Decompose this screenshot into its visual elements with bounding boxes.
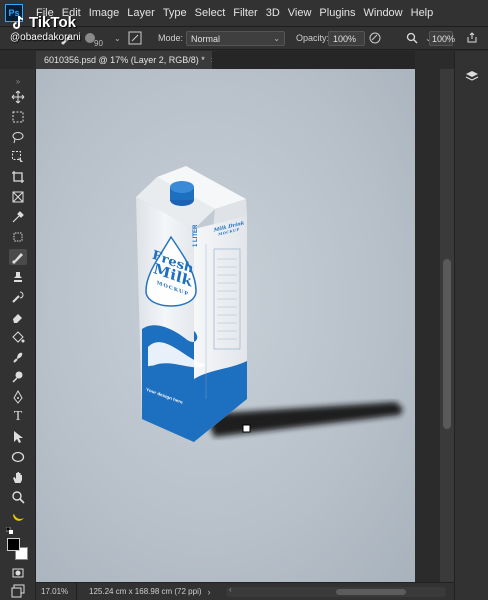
hand-tool-icon[interactable]: [9, 469, 27, 485]
canvas-pasteboard: [415, 69, 440, 582]
chevron-left-icon[interactable]: ‹: [229, 585, 232, 594]
milk-carton-artwork: [136, 166, 403, 442]
tiktok-brand: TikTok: [29, 14, 76, 31]
pressure-opacity-icon[interactable]: [368, 27, 382, 49]
opacity-field[interactable]: 100%: [328, 31, 365, 46]
flow-field[interactable]: 100%: [429, 31, 456, 46]
right-panel-dock: [454, 51, 488, 600]
document-tab-bar: 6010356.psd @ 17% (Layer 2, RGB/8) * ×: [36, 51, 415, 69]
layers-panel-icon[interactable]: [465, 69, 479, 88]
swap-colors-icon[interactable]: [6, 527, 14, 535]
share-icon[interactable]: [466, 27, 478, 49]
menu-plugins[interactable]: Plugins: [315, 7, 359, 19]
menu-type[interactable]: Type: [159, 7, 191, 19]
chevron-down-icon[interactable]: ⌄: [110, 27, 121, 49]
dodge-tool-icon[interactable]: [9, 369, 27, 385]
tiktok-handle: @obaedakorani: [10, 32, 81, 43]
document-canvas[interactable]: Fresh Milk MOCKUP 1 LITER Milk Drink MOC…: [36, 69, 415, 582]
marquee-tool-icon[interactable]: [9, 109, 27, 125]
move-tool-icon[interactable]: [9, 89, 27, 105]
status-bar: 17.01% 125.24 cm x 168.98 cm (72 ppi) › …: [36, 582, 454, 600]
flow-value: 100%: [432, 33, 456, 44]
menu-layer[interactable]: Layer: [123, 7, 159, 19]
horizontal-scrollbar[interactable]: ‹: [226, 585, 446, 597]
eyedropper-tool-icon[interactable]: [9, 209, 27, 225]
menu-image[interactable]: Image: [85, 7, 124, 19]
clone-stamp-tool-icon[interactable]: [9, 269, 27, 285]
opacity-value: 100%: [333, 33, 357, 44]
menu-window[interactable]: Window: [360, 7, 407, 19]
path-selection-tool-icon[interactable]: [9, 429, 27, 445]
quick-mask-icon[interactable]: [9, 565, 27, 581]
document-size-info: 125.24 cm x 168.98 cm (72 ppi): [76, 582, 202, 600]
close-icon[interactable]: ×: [211, 55, 212, 65]
horizontal-scrollbar-thumb[interactable]: [336, 589, 406, 595]
vertical-scrollbar[interactable]: [440, 69, 454, 582]
photoshop-window: Ps File Edit Image Layer Type Select Fil…: [0, 0, 488, 600]
brush-settings-icon[interactable]: [128, 27, 142, 49]
ellipse-tool-icon[interactable]: [9, 449, 27, 465]
brush-tool-icon[interactable]: [9, 249, 27, 265]
history-brush-tool-icon[interactable]: [9, 289, 27, 305]
zoom-tool-icon[interactable]: [9, 489, 27, 505]
zoom-level[interactable]: 17.01%: [36, 587, 76, 596]
menu-filter[interactable]: Filter: [229, 7, 261, 19]
blend-mode-value: Normal: [191, 33, 221, 44]
document-tab[interactable]: 6010356.psd @ 17% (Layer 2, RGB/8) * ×: [36, 51, 212, 69]
tiktok-watermark: TikTok @obaedakorani: [10, 14, 81, 43]
smudge-tool-icon[interactable]: [9, 349, 27, 365]
chevron-down-icon: ⌄: [273, 34, 280, 43]
object-selection-tool-icon[interactable]: [9, 149, 27, 165]
opacity-label: Opacity:: [296, 33, 330, 43]
tiktok-icon: [10, 15, 26, 31]
paint-bucket-tool-icon[interactable]: [9, 329, 27, 345]
healing-brush-tool-icon[interactable]: [9, 229, 27, 245]
banana-icon[interactable]: [9, 509, 27, 525]
screen-mode-icon[interactable]: [9, 583, 27, 599]
mode-label: Mode:: [158, 33, 184, 43]
blend-mode-select[interactable]: Normal ⌄: [186, 31, 285, 46]
search-icon[interactable]: [406, 27, 418, 49]
menu-select[interactable]: Select: [191, 7, 230, 19]
menu-3d[interactable]: 3D: [262, 7, 284, 19]
pen-tool-icon[interactable]: [9, 389, 27, 405]
type-tool-icon[interactable]: T: [9, 409, 27, 425]
frame-tool-icon[interactable]: [9, 189, 27, 205]
menu-view[interactable]: View: [284, 7, 316, 19]
product-volume: 1 LITER: [193, 224, 199, 247]
eraser-tool-icon[interactable]: [9, 309, 27, 325]
tools-panel: » T: [0, 69, 36, 600]
foreground-color-swatch[interactable]: [7, 538, 20, 551]
document-tab-title: 6010356.psd @ 17% (Layer 2, RGB/8) *: [44, 55, 205, 65]
menu-help[interactable]: Help: [407, 7, 438, 19]
chevron-right-icon[interactable]: ›: [208, 587, 211, 597]
vertical-scrollbar-thumb[interactable]: [443, 259, 451, 429]
collapse-toolbar-icon[interactable]: »: [9, 73, 27, 89]
crop-tool-icon[interactable]: [9, 169, 27, 185]
lasso-tool-icon[interactable]: [9, 129, 27, 145]
